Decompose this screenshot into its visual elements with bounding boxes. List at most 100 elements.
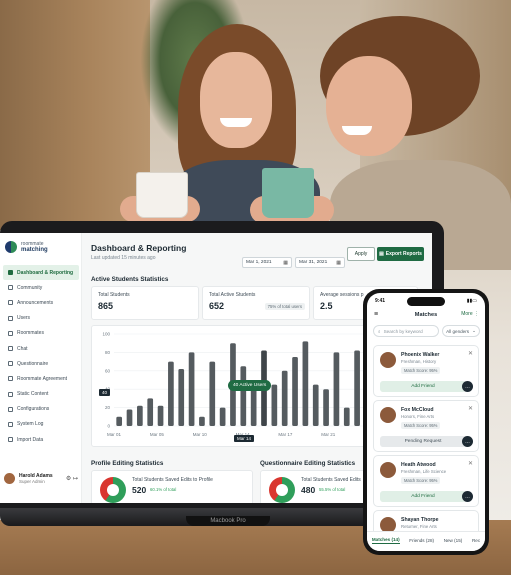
chart-bar[interactable] — [354, 350, 360, 426]
logout-icon[interactable]: ↦ — [73, 476, 78, 482]
sidebar-item-label: Roommate Agreement — [17, 375, 68, 382]
menu-icon — [8, 391, 13, 397]
match-meta: Returner, Fine Arts — [401, 524, 437, 529]
chart-bar[interactable] — [302, 341, 309, 426]
chart-bar[interactable] — [240, 366, 247, 426]
sidebar-item-label: Roommates — [17, 330, 44, 337]
sidebar-menu: Dashboard & Reporting Community Announceme… — [3, 265, 79, 447]
chart-bar[interactable] — [147, 398, 154, 426]
sidebar-item-roommate-agreement[interactable]: Roommate Agreement — [3, 371, 79, 386]
gender-filter[interactable]: All genders ⌄ — [442, 325, 480, 337]
selected-date-badge: Mar 14 — [234, 435, 255, 442]
user-profile[interactable]: Harold Adams Super Admin ⚙ ↦ — [4, 473, 78, 484]
sidebar-item-questionnaire[interactable]: Questionnaire — [3, 356, 79, 371]
menu-icon — [8, 376, 13, 382]
chart-bar[interactable] — [219, 407, 226, 426]
sidebar-item-configurations[interactable]: Configurations — [3, 402, 79, 417]
pending-request-button[interactable]: Pending Request — [380, 436, 466, 447]
tab-3[interactable]: Rec — [472, 538, 480, 543]
dynamic-island — [407, 297, 445, 306]
chart-bar[interactable] — [271, 384, 278, 426]
chart-bar[interactable] — [333, 352, 340, 426]
chat-icon[interactable]: … — [462, 491, 473, 502]
close-icon[interactable]: ✕ — [468, 460, 473, 467]
date-to-field[interactable]: Mar 31, 2021 ▦ — [295, 257, 345, 268]
chart-bar[interactable] — [188, 352, 195, 426]
logo-icon — [5, 241, 17, 253]
chart-bar[interactable] — [250, 389, 257, 426]
chart-bar[interactable] — [168, 361, 174, 426]
chart-bar[interactable] — [323, 389, 329, 426]
sidebar-item-announcements[interactable]: Announcements — [3, 295, 79, 310]
match-card[interactable]: Fox McCloud Honors, Fine Arts Match Score:… — [373, 400, 479, 452]
brand-logo[interactable]: roommate matching — [5, 241, 48, 253]
match-name: Shayan Thorpe — [401, 517, 439, 523]
sidebar-item-users[interactable]: Users — [3, 311, 79, 326]
sidebar-item-label: Static Content — [17, 391, 49, 398]
tab-0[interactable]: Matches (14) — [371, 537, 400, 544]
date-from-field[interactable]: Mar 1, 2021 ▦ — [242, 257, 292, 268]
chart-bar[interactable] — [157, 405, 164, 426]
y-tick-label: 0 — [107, 424, 110, 429]
chart-bar[interactable] — [209, 361, 216, 426]
chat-icon[interactable]: … — [462, 381, 473, 392]
add-friend-button[interactable]: Add Friend — [380, 381, 466, 392]
page-title: Dashboard & Reporting — [91, 243, 187, 253]
calendar-icon: ▦ — [283, 259, 288, 266]
questionnaire-editing-title: Questionnaire Editing Statistics — [260, 460, 356, 467]
person-left-smile — [220, 118, 252, 127]
card-value: 520 — [132, 485, 147, 495]
chat-icon[interactable]: … — [462, 436, 473, 447]
apply-button[interactable]: Apply — [347, 247, 375, 261]
chart-bar[interactable] — [126, 409, 133, 426]
chart-bar[interactable] — [178, 368, 185, 426]
sidebar-item-chat[interactable]: Chat — [3, 341, 79, 356]
sidebar-item-static-content[interactable]: Static Content — [3, 387, 79, 402]
profile-pie-chart — [100, 477, 126, 503]
match-meta: Honors, Fine Arts — [401, 414, 435, 419]
gear-icon[interactable]: ⚙ — [66, 476, 71, 482]
search-placeholder: Search by keyword — [383, 328, 423, 334]
chart-bar[interactable] — [199, 416, 205, 426]
tab-1[interactable]: Friends (28) — [409, 538, 434, 543]
gender-filter-value: All genders — [446, 328, 470, 334]
sidebar-item-import-data[interactable]: Import Data — [3, 432, 79, 447]
menu-icon — [8, 346, 13, 352]
match-score: Match Score: 95% — [401, 477, 441, 484]
user-role: Super Admin — [19, 479, 45, 484]
close-icon[interactable]: ✕ — [468, 350, 473, 357]
search-input[interactable]: ⌕ Search by keyword — [373, 325, 439, 337]
match-score: Match Score: 95% — [401, 422, 441, 429]
sidebar-item-label: Import Data — [17, 436, 44, 443]
sidebar-item-roommates[interactable]: Roommates — [3, 326, 79, 341]
calendar-icon: ▦ — [336, 259, 341, 266]
match-meta: Freshman, Life Science — [401, 469, 447, 474]
chart-bar[interactable] — [292, 357, 298, 426]
x-tick-label: Mar 21 — [321, 432, 336, 437]
card-label: Total Students Saved Edits to Profile — [132, 477, 213, 483]
sidebar-item-system-log[interactable]: System Log — [3, 417, 79, 432]
sidebar-item-label: Announcements — [17, 299, 54, 306]
chart-bar[interactable] — [312, 384, 319, 426]
chart-bar[interactable] — [281, 370, 288, 426]
match-score: Match Score: 95% — [401, 367, 441, 374]
export-reports-button[interactable]: ▤ Export Reports — [377, 247, 424, 261]
chart-bar[interactable] — [116, 416, 123, 426]
avatar — [380, 352, 396, 368]
y-tick-label: 100 — [102, 332, 110, 337]
chart-bar[interactable] — [343, 407, 350, 426]
tab-2[interactable]: New (15) — [444, 538, 463, 543]
sidebar: roommate matching Dashboard & Reporting C… — [0, 233, 82, 503]
card-percent: 55.5% of total — [319, 487, 346, 492]
close-icon[interactable]: ✕ — [468, 405, 473, 412]
menu-icon — [8, 330, 13, 336]
chart-bar[interactable] — [137, 405, 143, 426]
card-value: 480 — [301, 485, 316, 495]
sidebar-item-dashboard-reporting[interactable]: Dashboard & Reporting — [3, 265, 79, 281]
match-card[interactable]: Heath Atwood Freshman, Life Science Match … — [373, 455, 479, 507]
add-friend-button[interactable]: Add Friend — [380, 491, 466, 502]
chart-tooltip: 40 Active Users — [228, 380, 272, 391]
sidebar-item-community[interactable]: Community — [3, 280, 79, 295]
more-button[interactable]: More ⋮ — [461, 311, 479, 317]
match-card[interactable]: Phoenix Walker Freshman, History Match Sco… — [373, 345, 479, 397]
